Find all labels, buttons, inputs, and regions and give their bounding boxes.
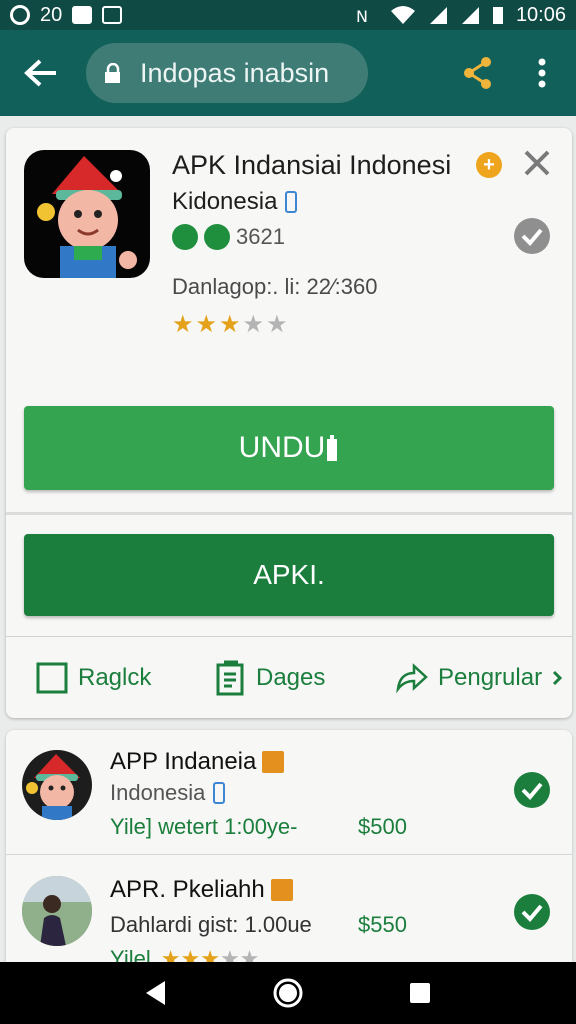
person-photo-icon [22,876,92,946]
list-item-price: $500 [358,814,407,839]
list-item-title: APR. Pkeliahh [110,876,265,903]
divider [6,636,572,637]
rating-stars: ★ ★ ★ ★ ★ [172,310,288,339]
document-icon [216,660,244,696]
action-label: Dages [256,664,326,691]
star-icon: ★ [266,311,288,338]
share-arrow-icon [396,663,428,693]
overflow-menu-button[interactable] [522,53,562,93]
lock-icon [105,63,120,83]
apk-button[interactable]: APKI. [24,534,554,616]
badge-icon [262,751,285,773]
clock: 10:06 [515,3,566,26]
status-bar: 20 N 10:06 [0,0,576,30]
list-item-subtitle: Indonesia [110,780,206,805]
image-notification-icon [72,6,93,24]
chevron-right-icon [553,670,563,686]
action-dages[interactable]: Dages [216,660,325,696]
badge-icon [270,879,293,901]
battery-glyph-icon [327,435,338,461]
apk-label: APKI. [253,559,325,590]
battery-icon [492,7,503,24]
nav-back-button[interactable] [136,973,176,1013]
nfc-icon: N [356,7,368,25]
check-icon [521,228,543,246]
url-bar[interactable]: Indopas inabsin [86,43,368,103]
app-bar: Indopas inabsin [0,30,576,116]
list-item-title-wrap: APP Indaneia [110,748,285,776]
close-icon [524,150,550,176]
list-item-meta: Dahlardi gist: 1.00ue [110,912,312,937]
installed-check-button[interactable] [514,218,550,254]
notification-icon [10,5,30,25]
chat-icon [172,224,198,250]
triangle-back-icon [146,981,165,1005]
action-row: Raglck Dages Pengrular [6,646,572,710]
app-title: APK Indansiai Indonesi [172,150,452,180]
refresh-icon [204,224,230,250]
installed-check-icon[interactable] [514,894,550,930]
download-button[interactable]: UNDU [24,406,554,490]
signal-2-icon [461,7,479,24]
more-vert-icon [538,58,546,88]
svg-text:N: N [356,7,368,25]
verified-icon [285,191,298,213]
elf-character-icon [26,754,80,820]
back-button[interactable] [14,46,68,100]
star-icon: ★ [172,311,194,338]
action-pengrular[interactable]: Pengrular [396,663,563,693]
elf-character-icon [37,156,137,278]
download-label: UNDU [238,431,326,464]
circle-home-icon [273,978,303,1008]
list-item-title-wrap: APR. Pkeliahh [110,876,293,904]
star-icon: ★ [242,311,265,338]
url-text: Indopas inabsin [140,57,330,88]
list-item-title: APP Indaneia [110,748,257,775]
status-number: 20 [40,3,63,26]
star-icon: ★ [219,311,241,338]
nav-home-button[interactable] [268,973,308,1013]
publisher-name: Kidonesia [172,188,278,215]
stat-count: 3621 [236,224,285,249]
action-raglck[interactable]: Raglck [36,662,151,694]
navigation-bar [0,962,576,1024]
share-button[interactable] [458,53,498,93]
signal-icon [429,7,447,24]
app-thumbnail [22,876,92,946]
list-item[interactable]: APP Indaneia Indonesia Yile] wetert 1:00… [6,730,572,854]
app-detail-card: APK Indansiai Indonesi + Kidonesia 3621 … [6,128,572,718]
wifi-icon [390,6,415,24]
check-icon [521,782,543,800]
nav-recents-button[interactable] [400,973,440,1013]
list-item-meta: Yile] wetert 1:00ye- [110,814,298,839]
share-icon [464,57,491,89]
downloads-text: Danlagop:. li: 22⁄:360 [172,274,378,299]
square-recents-icon [410,983,430,1003]
app-thumbnail [22,750,92,820]
action-label: Pengrular [438,664,543,691]
stats-row: 3621 [172,224,285,250]
checkbox-icon [36,662,68,694]
app-icon [24,150,150,278]
list-item[interactable]: APR. Pkeliahh Dahlardi gist: 1.00ue $550… [6,856,572,964]
star-icon: ★ [195,311,218,338]
screenshot-notification-icon [102,6,123,24]
close-button[interactable] [520,146,554,180]
divider [6,512,572,515]
divider [6,854,572,855]
list-item-subtitle-wrap: Indonesia [110,780,226,806]
plus-badge-icon: + [476,152,502,178]
check-icon [521,904,543,922]
verified-icon [213,782,226,804]
action-label: Raglck [78,664,152,691]
list-item-price: $550 [358,912,407,937]
publisher: Kidonesia [172,188,298,216]
installed-check-icon[interactable] [514,772,550,808]
arrow-left-icon [24,59,56,87]
app-list: APP Indaneia Indonesia Yile] wetert 1:00… [6,730,572,964]
